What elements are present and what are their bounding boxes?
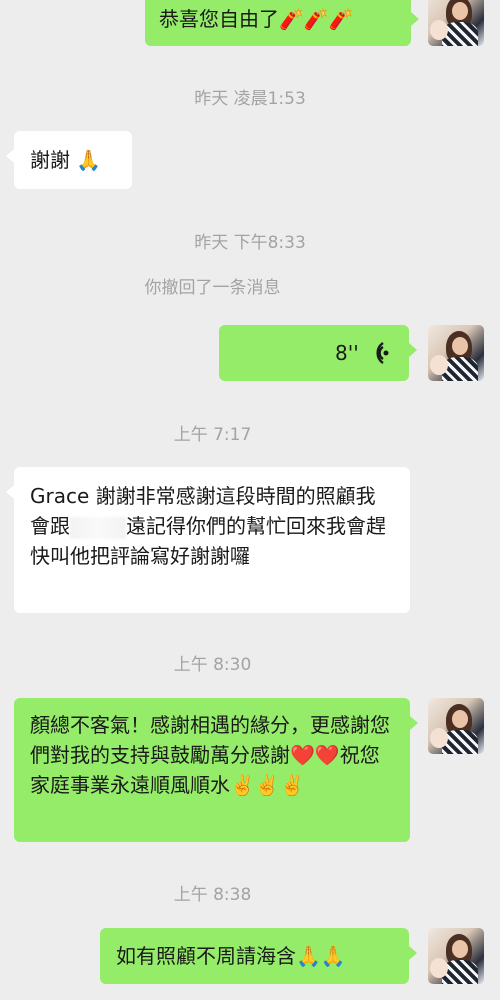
voice-wave-icon xyxy=(367,341,393,365)
message-text: 顏總不客氣！感謝相遇的緣分，更感謝您們對我的支持與鼓勵萬分感謝❤️❤️祝您家庭事… xyxy=(30,713,390,797)
user-avatar[interactable] xyxy=(428,698,484,754)
timestamp: 上午 7:17 xyxy=(173,425,252,445)
outgoing-message-bubble[interactable]: 如有照顧不周請海含🙏🙏 xyxy=(100,928,417,984)
timestamp: 昨天 下午8:33 xyxy=(194,233,306,253)
user-avatar[interactable] xyxy=(428,0,484,46)
voice-duration: 8'' xyxy=(335,341,359,365)
redacted-text xyxy=(70,516,126,539)
user-avatar[interactable] xyxy=(428,325,484,381)
outgoing-message-bubble[interactable]: 恭喜您自由了🧨🧨🧨 xyxy=(145,0,419,46)
outgoing-message-bubble[interactable]: 顏總不客氣！感謝相遇的緣分，更感謝您們對我的支持與鼓勵萬分感謝❤️❤️祝您家庭事… xyxy=(14,698,418,842)
user-avatar[interactable] xyxy=(428,928,484,984)
recall-notice: 你撤回了一条消息 xyxy=(144,278,281,298)
timestamp: 上午 8:30 xyxy=(173,655,252,675)
timestamp: 昨天 凌晨1:53 xyxy=(194,89,306,109)
message-text: 如有照顧不周請海含🙏🙏 xyxy=(116,944,346,968)
voice-message-bubble[interactable]: 8'' xyxy=(219,325,417,381)
incoming-message-bubble[interactable]: Grace 謝謝非常感謝這段時間的照顧我會跟 遠記得你們的幫忙回來我會趕快叫他把評… xyxy=(6,467,410,613)
timestamp: 上午 8:38 xyxy=(173,885,252,905)
message-text: 謝謝 🙏 xyxy=(30,148,102,172)
incoming-message-bubble[interactable]: 謝謝 🙏 xyxy=(6,131,132,189)
message-text: 恭喜您自由了🧨🧨🧨 xyxy=(159,7,354,31)
